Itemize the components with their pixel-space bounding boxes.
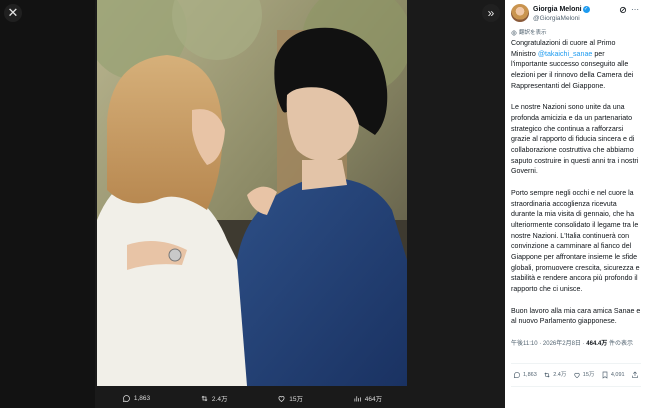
post-paragraph-4: Buon lavoro alla mia cara amica Sanae e … bbox=[511, 306, 641, 327]
close-icon[interactable]: ✕ bbox=[4, 4, 22, 22]
media-views-count: 464万 bbox=[364, 396, 383, 403]
media-repost-button[interactable]: 2.4万 bbox=[200, 393, 228, 403]
post-detail-panel: Giorgia Meloni ✓ @GiorgiaMeloni ⋯ 翻訳を表示 C… bbox=[505, 0, 645, 408]
views-label: 件の表示 bbox=[607, 341, 633, 347]
media-like-count: 15万 bbox=[289, 396, 303, 403]
media-reply-button[interactable]: 1,863 bbox=[122, 394, 150, 403]
translate-icon bbox=[511, 30, 517, 36]
expand-panel-icon[interactable]: » bbox=[482, 4, 500, 22]
paragraph-text: Le nostre Nazioni sono unite da una prof… bbox=[511, 103, 639, 176]
photo-image bbox=[97, 0, 407, 386]
post-action-bar: 1,863 2.4万 15万 4,091 bbox=[513, 370, 639, 381]
share-icon bbox=[632, 371, 638, 379]
media-repost-count: 2.4万 bbox=[211, 396, 228, 403]
post-meta: 午後11:10 · 2026年2月8日 · 464.4万 件の表示 bbox=[511, 339, 641, 349]
like-button[interactable]: 15万 bbox=[573, 370, 595, 381]
post-paragraph-2: Le nostre Nazioni sono unite da una prof… bbox=[511, 102, 641, 177]
post-header: Giorgia Meloni ✓ @GiorgiaMeloni ⋯ bbox=[511, 4, 641, 26]
views-count: 464.4万 bbox=[586, 341, 608, 347]
media-views-button[interactable]: 464万 bbox=[353, 393, 382, 403]
bookmark-icon bbox=[602, 372, 608, 379]
post-paragraph-1: Congratulazioni di cuore al Primo Minist… bbox=[511, 38, 641, 92]
post-paragraph-3: Porto sempre negli occhi e nel cuore la … bbox=[511, 188, 641, 295]
grok-icon[interactable] bbox=[619, 6, 627, 14]
share-button[interactable] bbox=[631, 370, 639, 381]
repost-count: 2.4万 bbox=[553, 372, 567, 378]
reply-icon bbox=[122, 394, 130, 402]
reply-button[interactable]: 1,863 bbox=[513, 370, 537, 381]
divider bbox=[511, 363, 641, 364]
author-handle[interactable]: @GiorgiaMeloni bbox=[533, 14, 580, 25]
repost-icon bbox=[544, 372, 550, 378]
paragraph-text: Buon lavoro alla mia cara amica Sanae e … bbox=[511, 306, 641, 326]
verified-badge-icon: ✓ bbox=[582, 5, 590, 13]
post-body: Congratulazioni di cuore al Primo Minist… bbox=[511, 38, 641, 338]
reply-icon bbox=[513, 372, 520, 379]
reply-count: 1,863 bbox=[523, 372, 537, 378]
repost-icon bbox=[201, 395, 208, 401]
author-name: Giorgia Meloni bbox=[533, 6, 582, 13]
avatar[interactable] bbox=[511, 4, 529, 22]
mention-link[interactable]: @takaichi_sanae bbox=[538, 50, 593, 58]
bookmark-button[interactable]: 4,091 bbox=[601, 370, 625, 381]
heart-icon bbox=[574, 373, 580, 379]
post-photo[interactable] bbox=[97, 0, 407, 386]
divider bbox=[511, 386, 641, 387]
post-timestamp[interactable]: 午後11:10 · 2026年2月8日 · bbox=[511, 341, 586, 347]
like-count: 15万 bbox=[582, 372, 595, 378]
media-like-button[interactable]: 15万 bbox=[277, 393, 303, 403]
views-chart-icon bbox=[354, 395, 361, 401]
more-options-icon[interactable]: ⋯ bbox=[631, 5, 639, 16]
heart-icon bbox=[278, 395, 285, 402]
media-reply-count: 1,863 bbox=[133, 394, 151, 402]
repost-button[interactable]: 2.4万 bbox=[543, 370, 566, 381]
media-action-bar: 1,863 2.4万 15万 464万 bbox=[97, 388, 407, 408]
bookmark-count: 4,091 bbox=[610, 372, 625, 378]
paragraph-text: Porto sempre negli occhi e nel cuore la … bbox=[511, 188, 640, 294]
